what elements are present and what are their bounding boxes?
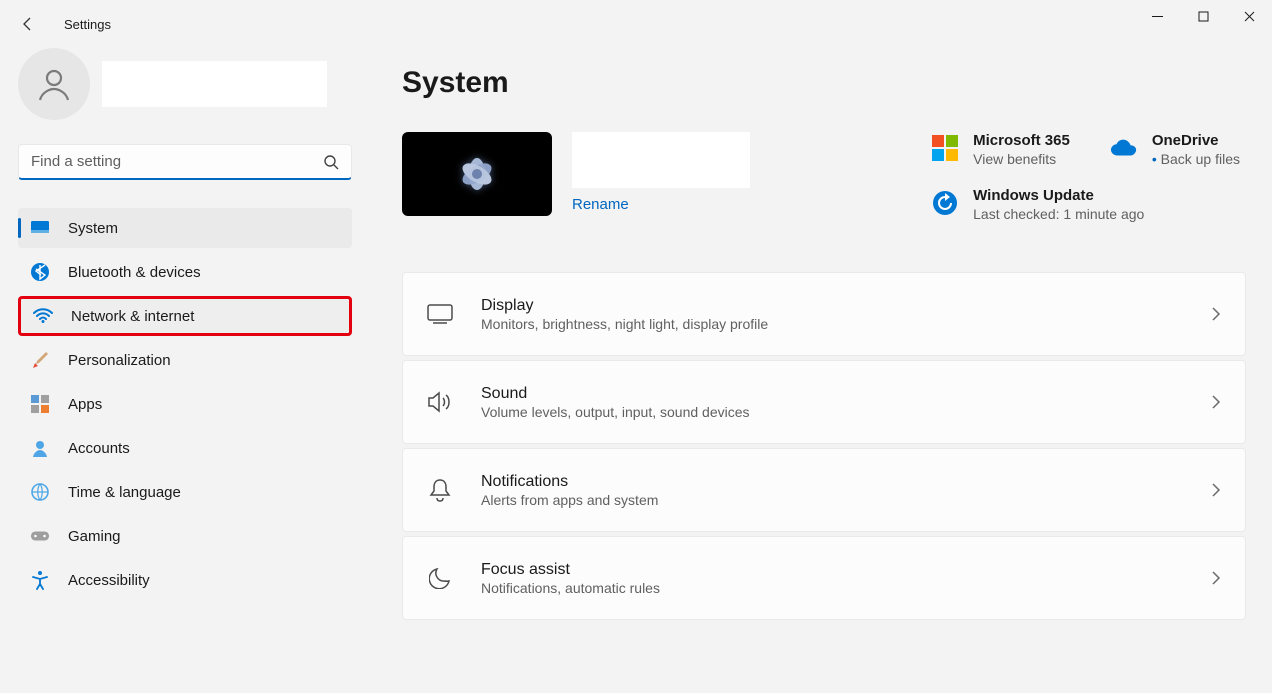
sidebar-item-label: Bluetooth & devices <box>68 264 201 281</box>
close-button[interactable] <box>1226 0 1272 32</box>
setting-title: Sound <box>481 385 1209 403</box>
sidebar-item-time-language[interactable]: Time & language <box>18 472 352 512</box>
chevron-right-icon <box>1209 571 1223 585</box>
setting-notifications[interactable]: NotificationsAlerts from apps and system <box>402 448 1246 532</box>
info-cards: Microsoft 365 View benefits OneDrive Bac… <box>931 132 1240 222</box>
search-box[interactable] <box>18 144 352 180</box>
search-icon <box>323 154 339 170</box>
device-info: Rename <box>572 132 750 214</box>
app-title: Settings <box>64 17 111 32</box>
setting-focus-assist[interactable]: Focus assistNotifications, automatic rul… <box>402 536 1246 620</box>
sidebar-item-network[interactable]: Network & internet <box>18 296 352 336</box>
person-icon <box>34 64 74 104</box>
sidebar-item-accessibility[interactable]: Accessibility <box>18 560 352 600</box>
card-title: Microsoft 365 <box>973 132 1070 149</box>
wifi-icon <box>33 306 53 326</box>
setting-sub: Monitors, brightness, night light, displ… <box>481 316 1209 332</box>
chevron-right-icon <box>1209 483 1223 497</box>
card-sub: View benefits <box>973 151 1070 167</box>
gamepad-icon <box>30 526 50 546</box>
card-title: Windows Update <box>973 187 1144 204</box>
arrow-left-icon <box>20 16 36 32</box>
chevron-right-icon <box>1209 307 1223 321</box>
card-title: OneDrive <box>1152 132 1240 149</box>
system-icon <box>30 218 50 238</box>
microsoft-365-card[interactable]: Microsoft 365 View benefits <box>931 132 1070 167</box>
system-header: Rename Microsoft 365 View benefits <box>402 132 1246 222</box>
minimize-icon <box>1152 11 1163 22</box>
setting-sub: Notifications, automatic rules <box>481 580 1209 596</box>
sidebar-item-bluetooth[interactable]: Bluetooth & devices <box>18 252 352 292</box>
sidebar-item-system[interactable]: System <box>18 208 352 248</box>
microsoft-logo-icon <box>931 134 959 162</box>
main-content: System <box>360 48 1272 693</box>
minimize-button[interactable] <box>1134 0 1180 32</box>
onedrive-card[interactable]: OneDrive Back up files <box>1110 132 1240 167</box>
setting-title: Focus assist <box>481 561 1209 579</box>
sidebar-item-apps[interactable]: Apps <box>18 384 352 424</box>
nav: System Bluetooth & devices Network & int… <box>18 208 344 600</box>
rename-link[interactable]: Rename <box>572 196 629 213</box>
display-icon <box>425 299 455 329</box>
bluetooth-icon <box>30 262 50 282</box>
profile-name <box>102 61 327 107</box>
windows-update-card[interactable]: Windows Update Last checked: 1 minute ag… <box>931 187 1144 222</box>
device-wallpaper <box>402 132 552 216</box>
avatar <box>18 48 90 120</box>
device-name <box>572 132 750 188</box>
sidebar-item-accounts[interactable]: Accounts <box>18 428 352 468</box>
setting-title: Display <box>481 297 1209 315</box>
onedrive-icon <box>1110 134 1138 162</box>
settings-list: DisplayMonitors, brightness, night light… <box>402 272 1246 620</box>
chevron-right-icon <box>1209 395 1223 409</box>
device-block: Rename <box>402 132 750 216</box>
card-sub: Back up files <box>1152 151 1240 167</box>
accounts-icon <box>30 438 50 458</box>
titlebar: Settings <box>0 0 1272 48</box>
maximize-button[interactable] <box>1180 0 1226 32</box>
sidebar-item-personalization[interactable]: Personalization <box>18 340 352 380</box>
setting-display[interactable]: DisplayMonitors, brightness, night light… <box>402 272 1246 356</box>
sidebar-item-label: Network & internet <box>71 308 194 325</box>
close-icon <box>1244 11 1255 22</box>
brush-icon <box>30 350 50 370</box>
sidebar-item-gaming[interactable]: Gaming <box>18 516 352 556</box>
sidebar-item-label: Personalization <box>68 352 171 369</box>
sidebar-item-label: Accounts <box>68 440 130 457</box>
bell-icon <box>425 475 455 505</box>
sidebar-item-label: Gaming <box>68 528 121 545</box>
card-sub: Last checked: 1 minute ago <box>973 206 1144 222</box>
update-icon <box>931 189 959 217</box>
setting-sub: Volume levels, output, input, sound devi… <box>481 404 1209 420</box>
window-controls <box>1134 0 1272 32</box>
apps-icon <box>30 394 50 414</box>
page-title: System <box>402 66 1246 100</box>
setting-sub: Alerts from apps and system <box>481 492 1209 508</box>
setting-sound[interactable]: SoundVolume levels, output, input, sound… <box>402 360 1246 444</box>
sidebar-item-label: Apps <box>68 396 102 413</box>
sidebar-item-label: System <box>68 220 118 237</box>
sidebar-item-label: Time & language <box>68 484 181 501</box>
sound-icon <box>425 387 455 417</box>
moon-icon <box>425 563 455 593</box>
back-button[interactable] <box>8 4 48 44</box>
sidebar-item-label: Accessibility <box>68 572 150 589</box>
accessibility-icon <box>30 570 50 590</box>
search-input[interactable] <box>31 153 323 170</box>
globe-clock-icon <box>30 482 50 502</box>
maximize-icon <box>1198 11 1209 22</box>
setting-title: Notifications <box>481 473 1209 491</box>
profile-block[interactable] <box>18 48 344 120</box>
sidebar: System Bluetooth & devices Network & int… <box>0 48 360 693</box>
flower-graphic-icon <box>437 144 517 204</box>
